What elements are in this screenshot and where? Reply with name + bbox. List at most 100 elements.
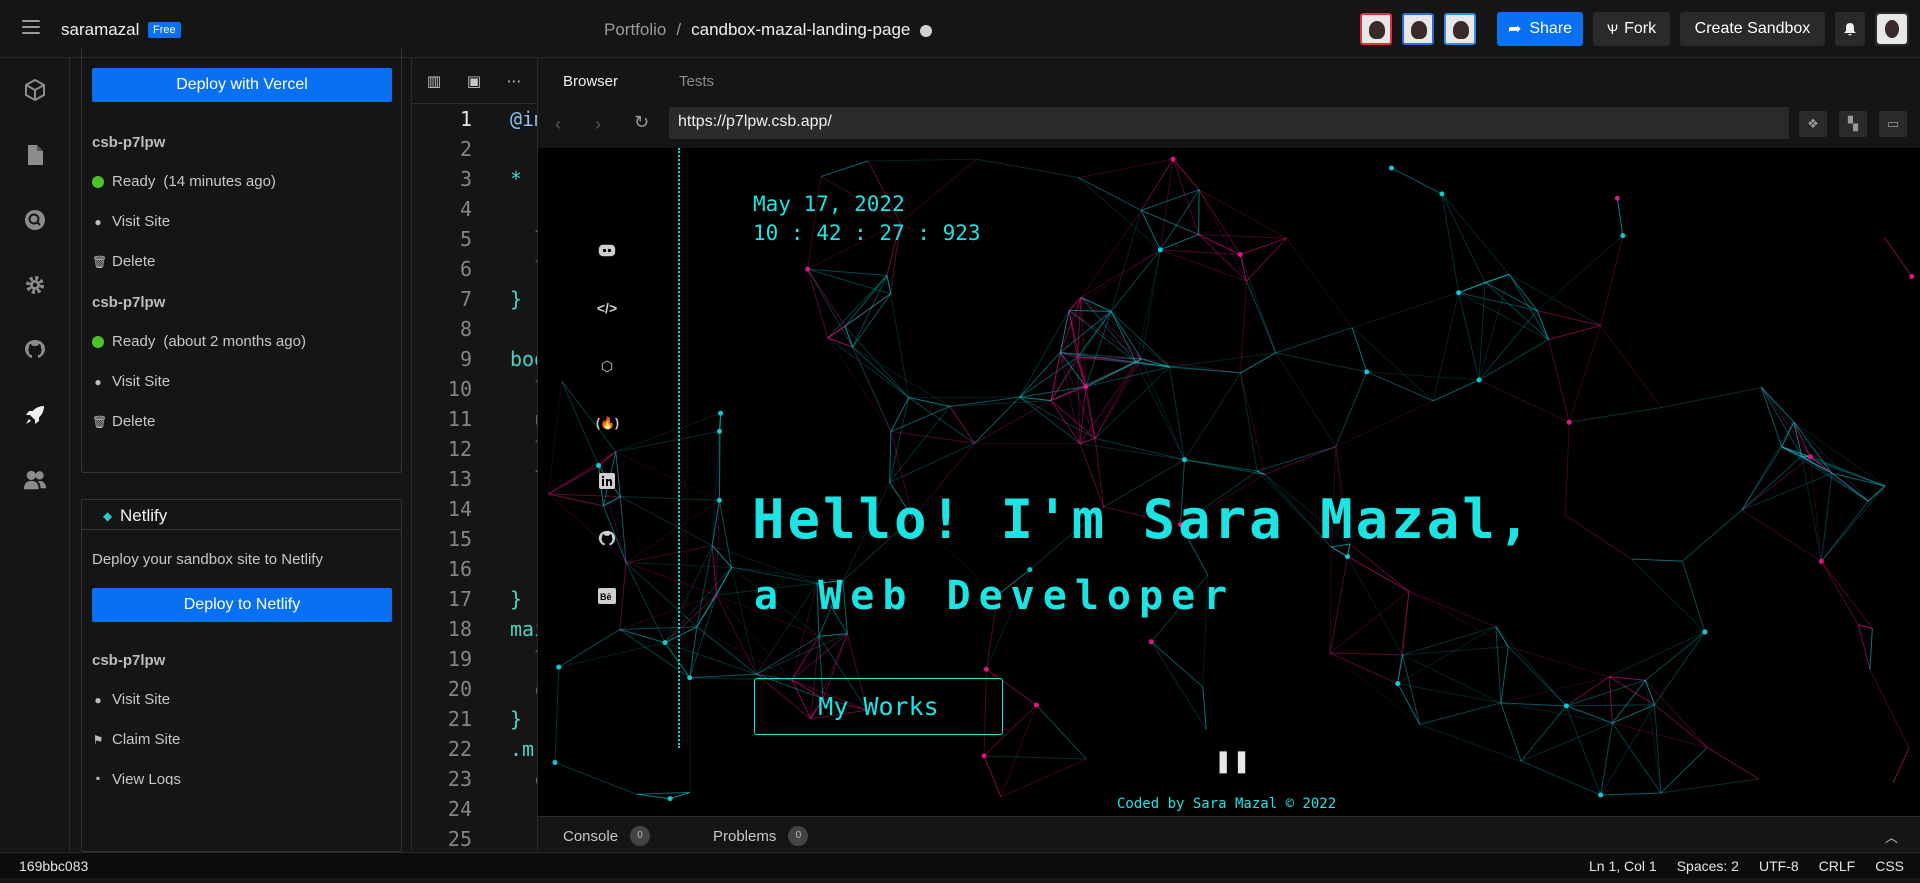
line-number: 17: [412, 584, 484, 614]
codesandbox-open-icon[interactable]: ❖: [1799, 111, 1827, 137]
more-options-icon[interactable]: ⋯: [504, 72, 524, 88]
line-number: 11: [412, 404, 484, 434]
network-node: [1819, 559, 1824, 564]
breadcrumb-separator: /: [676, 20, 681, 39]
line-number: 15: [412, 524, 484, 554]
network-node: [1083, 384, 1088, 389]
codepen-icon[interactable]: ⬡: [596, 358, 618, 378]
tab-browser[interactable]: Browser: [563, 73, 618, 90]
search-icon[interactable]: [23, 208, 47, 232]
deployment-status: Ready (14 minutes ago): [92, 173, 276, 190]
users-icon[interactable]: [23, 468, 47, 492]
my-works-button[interactable]: My Works: [754, 678, 1003, 735]
code-line: @im: [510, 104, 538, 134]
fullscreen-icon[interactable]: ▭: [1879, 111, 1907, 137]
create-sandbox-button[interactable]: Create Sandbox: [1680, 12, 1825, 46]
ready-status-dot-icon: [92, 176, 104, 188]
reload-icon[interactable]: ↻: [634, 112, 649, 133]
forward-icon[interactable]: ›: [595, 114, 601, 135]
fork-button[interactable]: ѰFork: [1593, 12, 1670, 46]
network-node: [1149, 639, 1154, 644]
file-icon: ▪: [92, 771, 104, 785]
line-number: 7: [412, 284, 484, 314]
network-node: [1171, 157, 1176, 162]
network-node: [984, 667, 989, 672]
page-viewport: </> ⬡ (🔥) Bē May 17, 2022 10 : 42 : 27 :…: [538, 148, 1920, 816]
network-node: [1702, 630, 1707, 635]
linkedin-icon[interactable]: [596, 473, 618, 493]
tab-tests[interactable]: Tests: [679, 73, 714, 90]
url-input[interactable]: https://p7lpw.csb.app/: [669, 107, 1789, 139]
user-avatar[interactable]: [1875, 12, 1909, 46]
gear-icon[interactable]: [23, 273, 47, 297]
pause-icon[interactable]: ❚❚: [1214, 748, 1251, 774]
freecodecamp-icon[interactable]: (🔥): [596, 416, 618, 436]
project-name[interactable]: candbox-mazal-landing-page: [691, 20, 910, 39]
breadcrumb-parent[interactable]: Portfolio: [604, 20, 666, 39]
line-number: 25: [412, 824, 484, 852]
code-line: l: [510, 254, 538, 284]
cursor-position[interactable]: Ln 1, Col 1: [1589, 858, 1657, 874]
notifications-bell-icon[interactable]: [1835, 12, 1865, 46]
deploy-vercel-button[interactable]: Deploy with Vercel: [92, 68, 392, 102]
back-icon[interactable]: ‹: [555, 114, 561, 135]
visit-site-link[interactable]: ●Visit Site: [92, 691, 170, 708]
behance-icon[interactable]: Bē: [596, 588, 618, 608]
visit-site-link[interactable]: ●Visit Site: [92, 373, 170, 390]
share-arrow-icon: ➦: [1508, 19, 1521, 39]
vertical-divider: [678, 148, 680, 748]
commit-hash[interactable]: 169bbc083: [19, 858, 88, 874]
avatar[interactable]: [1360, 13, 1392, 45]
network-node: [1364, 369, 1369, 374]
hero-greeting: Hello! I'm Sara Mazal,: [752, 488, 1533, 551]
language-mode[interactable]: CSS: [1875, 858, 1904, 874]
current-date: May 17, 2022: [753, 190, 981, 219]
github-icon[interactable]: [23, 338, 47, 362]
preview-toggle-icon[interactable]: ▣: [464, 72, 484, 88]
collaborator-avatars: [1360, 13, 1476, 45]
encoding[interactable]: UTF-8: [1759, 858, 1799, 874]
visit-site-link[interactable]: ●Visit Site: [92, 213, 170, 230]
code-line: -: [510, 824, 538, 852]
indentation[interactable]: Spaces: 2: [1677, 858, 1739, 874]
claim-site-link[interactable]: ⚑Claim Site: [92, 731, 180, 748]
file-icon[interactable]: [23, 143, 47, 167]
rocket-icon[interactable]: [23, 403, 47, 427]
tab-console[interactable]: Console 0: [563, 826, 650, 846]
avatar[interactable]: [1402, 13, 1434, 45]
code-line: r: [510, 194, 538, 224]
delete-deployment-button[interactable]: 🗑Delete: [92, 413, 155, 430]
cube-icon[interactable]: [23, 78, 47, 102]
code-icon[interactable]: </>: [596, 300, 618, 320]
code-line: c: [510, 674, 538, 704]
network-node: [553, 760, 558, 765]
chevron-up-icon[interactable]: ︿: [1885, 827, 1898, 846]
current-time: 10 : 42 : 27 : 923: [753, 219, 981, 248]
tab-problems[interactable]: Problems 0: [713, 826, 808, 846]
line-number: 18: [412, 614, 484, 644]
split-view-icon[interactable]: ▥: [424, 72, 444, 88]
hero-role: a Web Developer: [754, 573, 1235, 619]
network-node: [718, 411, 723, 416]
netlify-card: ◆ Netlify Deploy your sandbox site to Ne…: [81, 499, 402, 852]
network-node: [1598, 792, 1603, 797]
discord-icon[interactable]: [596, 243, 618, 263]
code-line: -: [510, 524, 538, 554]
code-line: mai: [510, 614, 538, 644]
username[interactable]: saramazal: [61, 20, 139, 40]
open-new-window-icon[interactable]: ▚: [1839, 111, 1867, 137]
view-logs-link[interactable]: ▪View Logs: [92, 771, 181, 785]
line-endings[interactable]: CRLF: [1819, 858, 1856, 874]
network-node: [1477, 378, 1482, 383]
github-icon[interactable]: [596, 530, 618, 550]
code-content[interactable]: @im* r l l}bod l u l l - - -}mai l c}.m …: [510, 104, 538, 852]
delete-deployment-button[interactable]: 🗑Delete: [92, 253, 155, 270]
hamburger-menu-icon[interactable]: [22, 20, 40, 34]
avatar[interactable]: [1444, 13, 1476, 45]
console-count-badge: 0: [630, 826, 650, 846]
code-line: c: [510, 764, 538, 794]
network-node: [1909, 274, 1914, 279]
share-button[interactable]: ➦Share: [1497, 12, 1583, 46]
deploy-netlify-button[interactable]: Deploy to Netlify: [92, 588, 392, 622]
fork-icon: Ѱ: [1607, 21, 1618, 37]
